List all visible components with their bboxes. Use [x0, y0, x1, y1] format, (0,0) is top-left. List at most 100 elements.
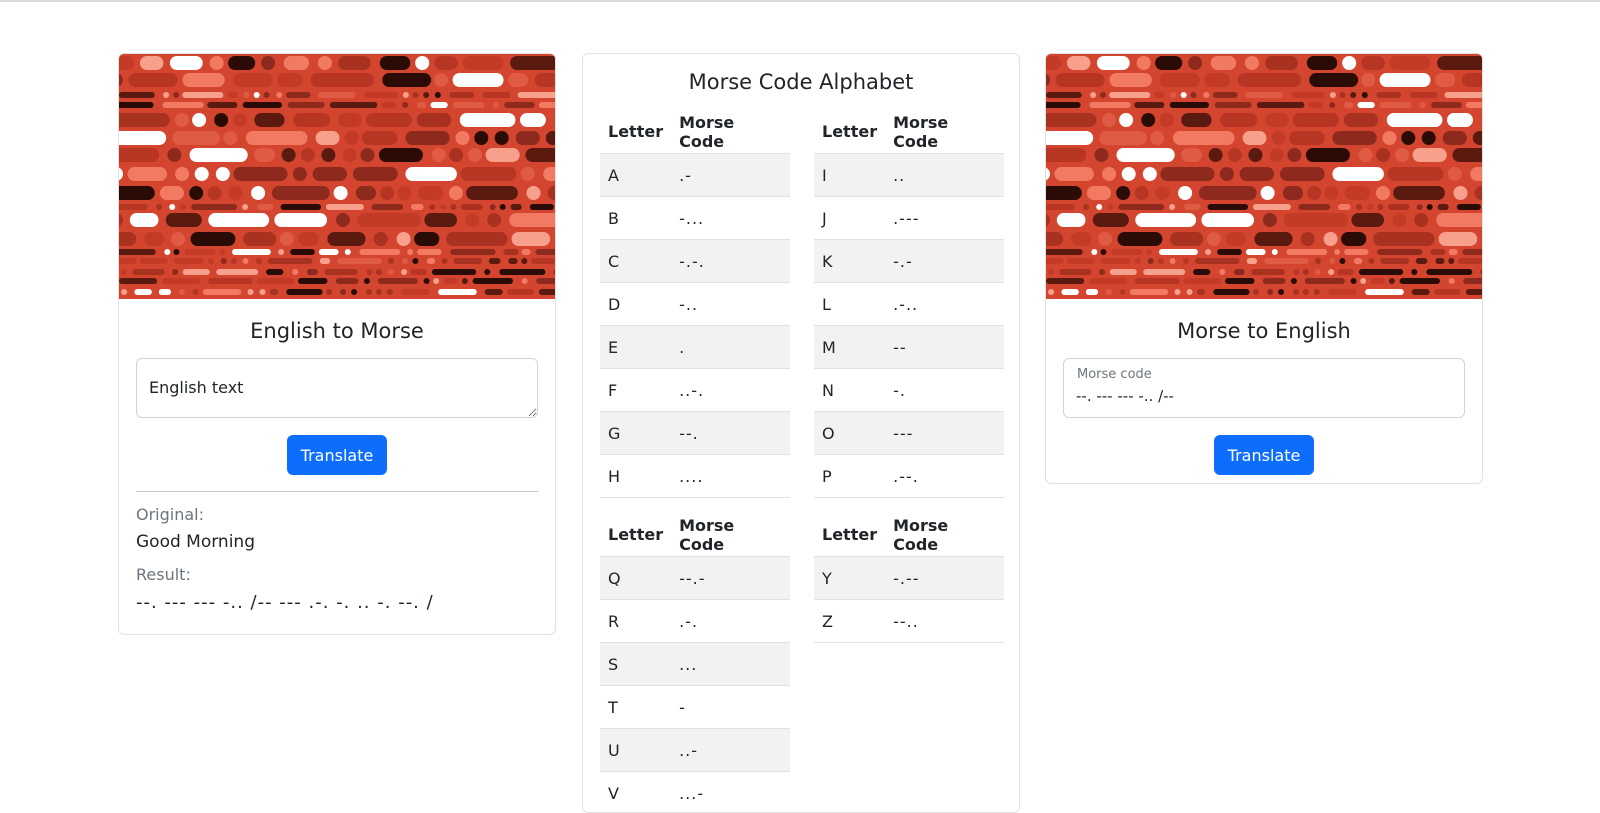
table-row: P.--.	[814, 455, 1004, 498]
divider	[136, 491, 538, 492]
morse-cell: -..	[671, 283, 790, 326]
morse-cell: ..-.	[671, 369, 790, 412]
table-row: Z--..	[814, 600, 1004, 643]
alphabet-table: LetterMorse CodeY-.--Z--..	[814, 513, 1004, 643]
morse-cell: --.	[671, 412, 790, 455]
header-morse-code: Morse Code	[885, 513, 1004, 557]
letter-cell: N	[814, 369, 885, 412]
translate-button[interactable]: Translate	[287, 435, 388, 475]
morse-cell: --	[885, 326, 1004, 369]
letter-cell: I	[814, 154, 885, 197]
header-morse-code: Morse Code	[671, 110, 790, 154]
table-row: C-.-.	[600, 240, 790, 283]
header-letter: Letter	[600, 110, 671, 154]
letter-cell: C	[600, 240, 671, 283]
header-morse-code: Morse Code	[885, 110, 1004, 154]
table-row: E.	[600, 326, 790, 369]
morse-alphabet-card: Morse Code Alphabet LetterMorse CodeA.-B…	[582, 53, 1020, 813]
english-to-morse-card: English to Morse English text Translate …	[118, 53, 556, 635]
alphabet-table: LetterMorse CodeA.-B-...C-.-.D-..E.F..-.…	[600, 110, 790, 498]
original-label: Original:	[136, 505, 538, 524]
table-row: F..-.	[600, 369, 790, 412]
letter-cell: Q	[600, 557, 671, 600]
morse-cell: -.-.	[671, 240, 790, 283]
letter-cell: V	[600, 772, 671, 813]
morse-cell: ..	[885, 154, 1004, 197]
morse-cell: ---	[885, 412, 1004, 455]
browser-top-border	[0, 0, 1600, 2]
alphabet-title: Morse Code Alphabet	[583, 68, 1019, 96]
letter-cell: F	[600, 369, 671, 412]
table-row: M--	[814, 326, 1004, 369]
letter-cell: H	[600, 455, 671, 498]
morse-cell: -.--	[885, 557, 1004, 600]
letter-cell: P	[814, 455, 885, 498]
table-row: N-.	[814, 369, 1004, 412]
morse-cell: -.	[885, 369, 1004, 412]
morse-pattern-banner	[119, 54, 555, 299]
letter-cell: U	[600, 729, 671, 772]
morse-cell: -.-	[885, 240, 1004, 283]
table-row: I..	[814, 154, 1004, 197]
table-row: T-	[600, 686, 790, 729]
morse-cell: --..	[885, 600, 1004, 643]
letter-cell: K	[814, 240, 885, 283]
header-morse-code: Morse Code	[671, 513, 790, 557]
translate-button[interactable]: Translate	[1214, 435, 1315, 475]
letter-cell: Z	[814, 600, 885, 643]
table-row: L.-..	[814, 283, 1004, 326]
morse-cell: .--.	[885, 455, 1004, 498]
letter-cell: A	[600, 154, 671, 197]
morse-cell: .-.	[671, 600, 790, 643]
alphabet-table: LetterMorse CodeQ--.-R.-.S...T-U..-V...-	[600, 513, 790, 813]
morse-cell: .	[671, 326, 790, 369]
letter-cell: T	[600, 686, 671, 729]
letter-cell: E	[600, 326, 671, 369]
table-row: B-...	[600, 197, 790, 240]
letter-cell: O	[814, 412, 885, 455]
morse-cell: ...	[671, 643, 790, 686]
table-row: K-.-	[814, 240, 1004, 283]
morse-pattern-banner	[1046, 54, 1482, 299]
result-value: --. --- --- -.. /-- --- .-. -. .. -. --.…	[136, 592, 538, 613]
letter-cell: G	[600, 412, 671, 455]
header-letter: Letter	[814, 110, 885, 154]
morse-cell: -...	[671, 197, 790, 240]
header-letter: Letter	[814, 513, 885, 557]
letter-cell: Y	[814, 557, 885, 600]
table-row: Q--.-	[600, 557, 790, 600]
morse-cell: .-..	[885, 283, 1004, 326]
morse-cell: ....	[671, 455, 790, 498]
english-text-input[interactable]: English text	[136, 358, 538, 418]
morse-cell: .---	[885, 197, 1004, 240]
morse-cell: -	[671, 686, 790, 729]
table-row: O---	[814, 412, 1004, 455]
table-row: S...	[600, 643, 790, 686]
table-row: U..-	[600, 729, 790, 772]
table-row: R.-.	[600, 600, 790, 643]
letter-cell: S	[600, 643, 671, 686]
card-title: English to Morse	[119, 317, 555, 345]
letter-cell: L	[814, 283, 885, 326]
morse-cell: ..-	[671, 729, 790, 772]
original-value: Good Morning	[136, 532, 538, 552]
letter-cell: R	[600, 600, 671, 643]
table-row: Y-.--	[814, 557, 1004, 600]
letter-cell: D	[600, 283, 671, 326]
morse-code-input[interactable]: --. --- --- -.. /--	[1064, 359, 1464, 417]
table-row: V...-	[600, 772, 790, 813]
header-letter: Letter	[600, 513, 671, 557]
result-label: Result:	[136, 565, 538, 584]
morse-cell: ...-	[671, 772, 790, 813]
morse-cell: --.-	[671, 557, 790, 600]
letter-cell: M	[814, 326, 885, 369]
card-title: Morse to English	[1046, 317, 1482, 345]
alphabet-table: LetterMorse CodeI..J.---K-.-L.-..M--N-.O…	[814, 110, 1004, 498]
table-row: A.-	[600, 154, 790, 197]
letter-cell: B	[600, 197, 671, 240]
morse-cell: .-	[671, 154, 790, 197]
letter-cell: J	[814, 197, 885, 240]
morse-code-field[interactable]: Morse code --. --- --- -.. /--	[1063, 358, 1465, 418]
table-row: J.---	[814, 197, 1004, 240]
table-row: H....	[600, 455, 790, 498]
